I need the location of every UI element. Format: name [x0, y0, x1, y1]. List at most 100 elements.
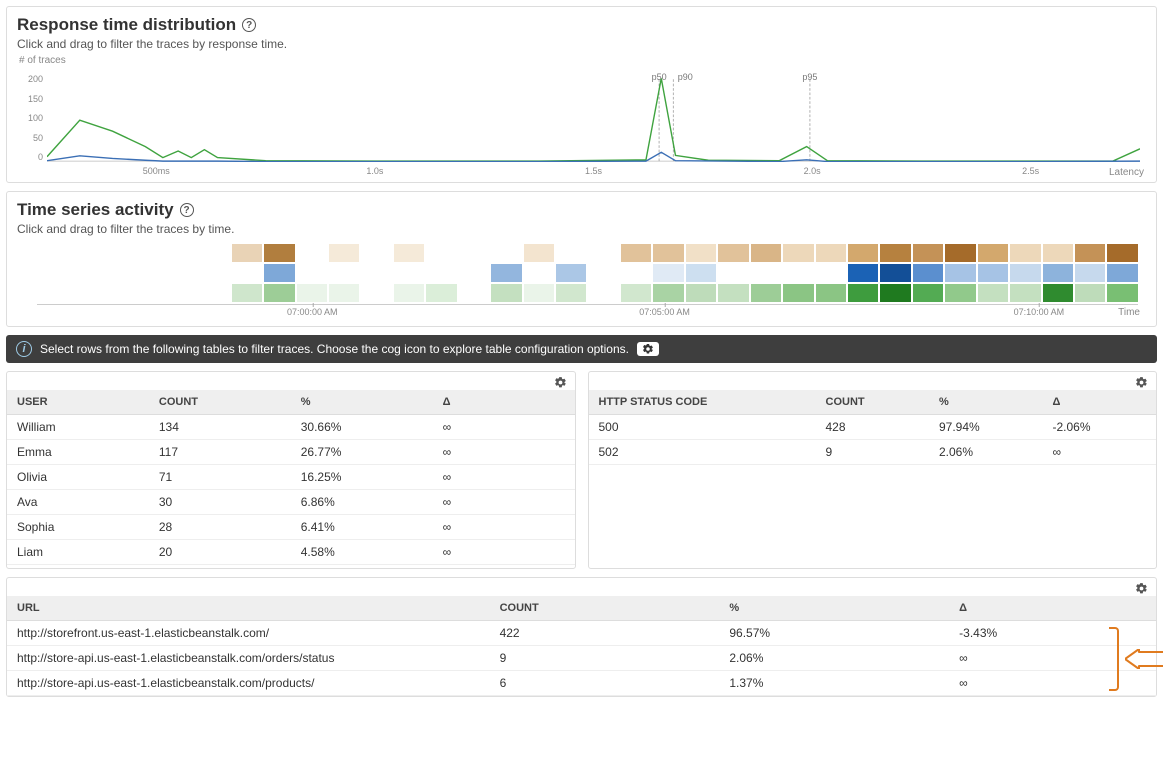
heatmap-cell[interactable]	[232, 264, 262, 282]
table-row[interactable]: test143.20%-96.80%	[7, 565, 575, 569]
heatmap-cell[interactable]	[1010, 244, 1040, 262]
column-header[interactable]: Δ	[1043, 390, 1157, 415]
heatmap-cell[interactable]	[426, 264, 456, 282]
table-row[interactable]: http://store-api.us-east-1.elasticbeanst…	[7, 671, 1156, 696]
column-header[interactable]: %	[291, 390, 433, 415]
column-header[interactable]: COUNT	[149, 390, 291, 415]
heatmap-cell[interactable]	[199, 244, 229, 262]
heatmap-cell[interactable]	[783, 284, 813, 302]
heatmap-cell[interactable]	[913, 284, 943, 302]
heatmap-cell[interactable]	[978, 284, 1008, 302]
heatmap-cell[interactable]	[491, 244, 521, 262]
heatmap-cell[interactable]	[524, 284, 554, 302]
heatmap-cell[interactable]	[297, 264, 327, 282]
heatmap-cell[interactable]	[232, 244, 262, 262]
heatmap-cell[interactable]	[653, 264, 683, 282]
heatmap-cell[interactable]	[913, 244, 943, 262]
gear-icon[interactable]	[1135, 376, 1148, 392]
heatmap-cell[interactable]	[718, 284, 748, 302]
heatmap-cell[interactable]	[167, 264, 197, 282]
heatmap-cell[interactable]	[816, 264, 846, 282]
heatmap-cell[interactable]	[816, 244, 846, 262]
gear-icon[interactable]	[1135, 582, 1148, 598]
heatmap-cell[interactable]	[524, 264, 554, 282]
heatmap-cell[interactable]	[134, 264, 164, 282]
heatmap-cell[interactable]	[718, 244, 748, 262]
heatmap-cell[interactable]	[686, 244, 716, 262]
heatmap-cell[interactable]	[945, 284, 975, 302]
heatmap-cell[interactable]	[167, 284, 197, 302]
heatmap-cell[interactable]	[1010, 284, 1040, 302]
heatmap-cell[interactable]	[978, 264, 1008, 282]
heatmap-cell[interactable]	[459, 284, 489, 302]
heatmap-cell[interactable]	[848, 244, 878, 262]
heatmap-cell[interactable]	[69, 284, 99, 302]
heatmap-cell[interactable]	[394, 284, 424, 302]
heatmap-cell[interactable]	[102, 264, 132, 282]
heatmap-cell[interactable]	[848, 264, 878, 282]
column-header[interactable]: URL	[7, 596, 490, 621]
heatmap-cell[interactable]	[459, 244, 489, 262]
heatmap-cell[interactable]	[556, 244, 586, 262]
table-row[interactable]: Ava306.86%∞	[7, 490, 575, 515]
heatmap-cell[interactable]	[361, 244, 391, 262]
heatmap-cell[interactable]	[1043, 284, 1073, 302]
heatmap-cell[interactable]	[394, 244, 424, 262]
heatmap-cell[interactable]	[783, 264, 813, 282]
heatmap-cell[interactable]	[329, 244, 359, 262]
column-header[interactable]: Δ	[949, 596, 1156, 621]
user-table-scroll[interactable]: USERCOUNT%Δ William13430.66%∞Emma11726.7…	[7, 390, 575, 568]
heatmap-cell[interactable]	[621, 264, 651, 282]
time-series-heatmap[interactable]: 07:00:00 AM 07:05:00 AM 07:10:00 AM Time	[17, 240, 1146, 320]
heatmap-cell[interactable]	[588, 284, 618, 302]
heatmap-cell[interactable]	[751, 284, 781, 302]
heatmap-cell[interactable]	[718, 264, 748, 282]
column-header[interactable]: USER	[7, 390, 149, 415]
column-header[interactable]: Δ	[433, 390, 575, 415]
heatmap-cell[interactable]	[1043, 264, 1073, 282]
table-row[interactable]: Olivia7116.25%∞	[7, 465, 575, 490]
column-header[interactable]: %	[929, 390, 1043, 415]
heatmap-cell[interactable]	[37, 264, 67, 282]
help-icon[interactable]: ?	[180, 203, 194, 217]
heatmap-cell[interactable]	[37, 284, 67, 302]
heatmap-cell[interactable]	[394, 264, 424, 282]
heatmap-cell[interactable]	[167, 244, 197, 262]
heatmap-cell[interactable]	[880, 284, 910, 302]
table-row[interactable]: 50292.06%∞	[589, 440, 1157, 465]
heatmap-cell[interactable]	[751, 264, 781, 282]
heatmap-cell[interactable]	[37, 244, 67, 262]
heatmap-cell[interactable]	[69, 264, 99, 282]
heatmap-cell[interactable]	[621, 284, 651, 302]
heatmap-cell[interactable]	[1107, 264, 1137, 282]
heatmap-cell[interactable]	[945, 244, 975, 262]
heatmap-cell[interactable]	[945, 264, 975, 282]
heatmap-cell[interactable]	[880, 264, 910, 282]
chart-plot-area[interactable]: p50 p90 p95	[47, 74, 1140, 162]
heatmap-cell[interactable]	[134, 244, 164, 262]
heatmap-cell[interactable]	[783, 244, 813, 262]
heatmap-cell[interactable]	[426, 284, 456, 302]
heatmap-cell[interactable]	[69, 244, 99, 262]
heatmap-cell[interactable]	[491, 284, 521, 302]
heatmap-cell[interactable]	[913, 264, 943, 282]
heatmap-cell[interactable]	[653, 284, 683, 302]
heatmap-cell[interactable]	[297, 244, 327, 262]
heatmap-cell[interactable]	[848, 284, 878, 302]
column-header[interactable]: HTTP STATUS CODE	[589, 390, 816, 415]
heatmap-cell[interactable]	[1075, 284, 1105, 302]
column-header[interactable]: %	[719, 596, 949, 621]
heatmap-cell[interactable]	[264, 264, 294, 282]
table-row[interactable]: http://storefront.us-east-1.elasticbeans…	[7, 621, 1156, 646]
heatmap-cell[interactable]	[329, 284, 359, 302]
heatmap-cell[interactable]	[329, 264, 359, 282]
heatmap-cell[interactable]	[426, 244, 456, 262]
table-row[interactable]: William13430.66%∞	[7, 415, 575, 440]
heatmap-cell[interactable]	[102, 284, 132, 302]
heatmap-cell[interactable]	[751, 244, 781, 262]
response-time-chart[interactable]: 200 150 100 50 0 p50 p90 p95 500ms 1.0s …	[17, 66, 1146, 176]
heatmap-cell[interactable]	[264, 284, 294, 302]
heatmap-cell[interactable]	[978, 244, 1008, 262]
heatmap-cell[interactable]	[1043, 244, 1073, 262]
column-header[interactable]: COUNT	[816, 390, 930, 415]
